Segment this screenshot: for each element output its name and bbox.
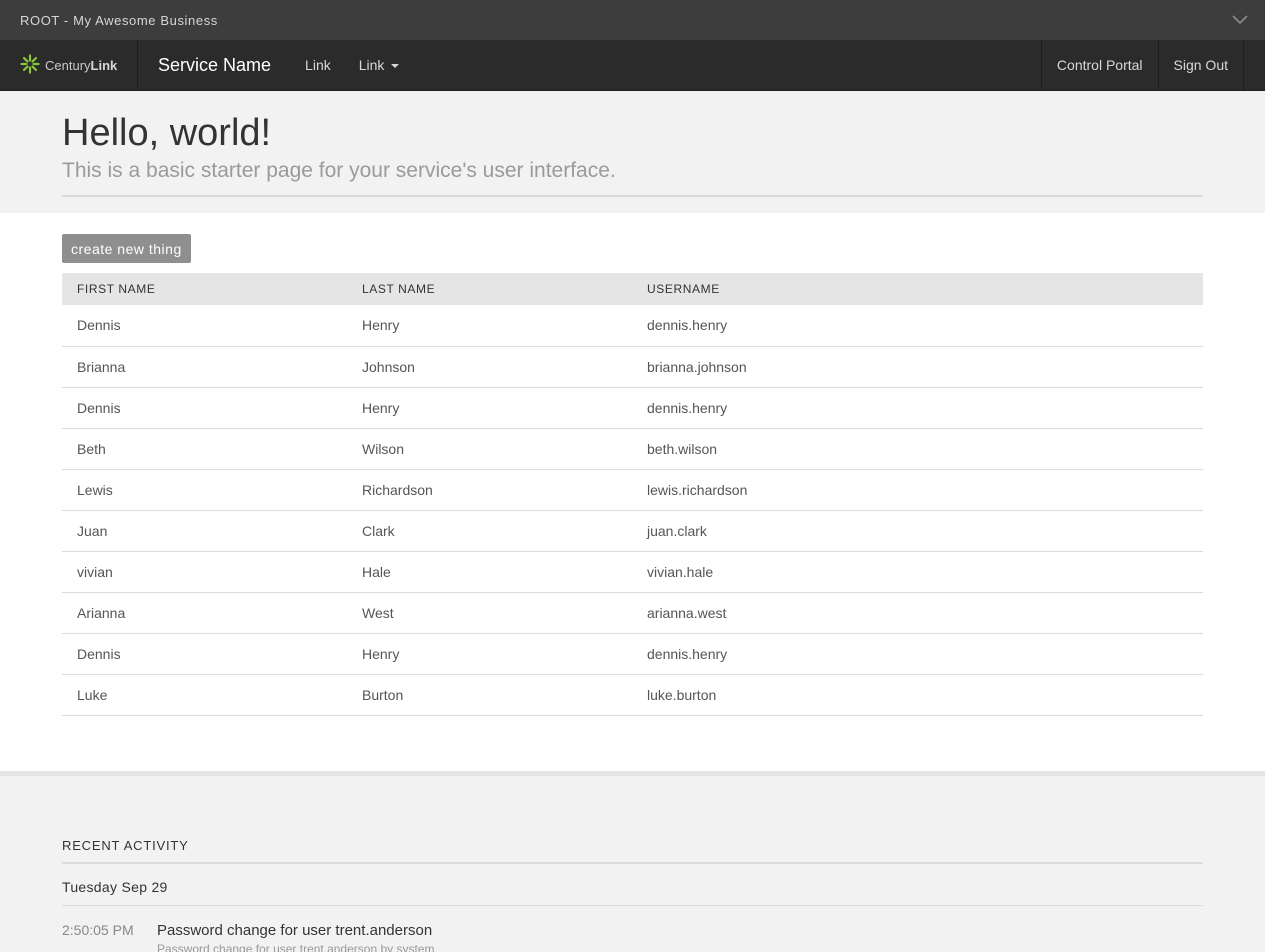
page-header-inner: Hello, world! This is a basic starter pa… [62, 111, 1203, 197]
activity-event[interactable]: 2:50:05 PM Password change for user tren… [62, 906, 1203, 952]
table-header-row: FIRST NAME LAST NAME USERNAME [62, 273, 1203, 305]
cell-first-name: Brianna [62, 346, 347, 388]
cell-first-name: Dennis [62, 633, 347, 675]
brand-logo[interactable]: CenturyLink [0, 40, 138, 90]
cell-first-name: Lewis [62, 469, 347, 511]
table-row[interactable]: Dennis Henry dennis.henry [62, 305, 1203, 347]
table-row[interactable]: Brianna Johnson brianna.johnson [62, 346, 1203, 388]
brand-name: CenturyLink [45, 58, 117, 73]
cell-username: lewis.richardson [632, 469, 1203, 511]
cell-last-name: Richardson [347, 469, 632, 511]
brand-name-light: Century [45, 57, 91, 73]
main-content: create new thing FIRST NAME LAST NAME US… [0, 213, 1265, 776]
cell-username: beth.wilson [632, 428, 1203, 470]
navbar: CenturyLink Service Name Link Link Contr… [0, 40, 1265, 91]
column-header-username[interactable]: USERNAME [632, 273, 1203, 305]
cell-username: dennis.henry [632, 305, 1203, 347]
account-title[interactable]: ROOT - My Awesome Business [20, 13, 218, 28]
cell-first-name: Juan [62, 510, 347, 552]
nav-link-1[interactable]: Link [291, 40, 345, 90]
cell-first-name: Dennis [62, 305, 347, 347]
chevron-down-icon[interactable] [1231, 11, 1249, 29]
sign-out-label: Sign Out [1173, 57, 1228, 73]
table-row[interactable]: Luke Burton luke.burton [62, 674, 1203, 716]
cell-last-name: Clark [347, 510, 632, 552]
recent-activity-heading: RECENT ACTIVITY [62, 838, 1203, 864]
nav-link-dropdown[interactable]: Link [345, 40, 414, 90]
control-portal-link[interactable]: Control Portal [1040, 40, 1158, 90]
nav-link-label: Link [305, 57, 331, 73]
account-bar: ROOT - My Awesome Business [0, 0, 1265, 40]
cell-last-name: Henry [347, 633, 632, 675]
column-header-last-name[interactable]: LAST NAME [347, 273, 632, 305]
table-row[interactable]: Juan Clark juan.clark [62, 510, 1203, 552]
cell-first-name: Arianna [62, 592, 347, 634]
cell-username: dennis.henry [632, 633, 1203, 675]
cell-last-name: Wilson [347, 428, 632, 470]
activity-title: Password change for user trent.anderson [157, 922, 433, 939]
activity-body: Password change for user trent.anderson … [157, 922, 434, 952]
activity-detail: Password change for user trent.anderson … [157, 942, 435, 952]
brand-name-bold: Link [90, 57, 118, 73]
create-new-thing-button[interactable]: create new thing [62, 234, 191, 263]
nav-link-label: Link [358, 57, 385, 73]
cell-last-name: Johnson [347, 346, 632, 388]
cell-last-name: Henry [347, 305, 632, 347]
cell-username: juan.clark [632, 510, 1203, 552]
table-row[interactable]: Lewis Richardson lewis.richardson [62, 469, 1203, 511]
cell-username: arianna.west [632, 592, 1203, 634]
users-table: FIRST NAME LAST NAME USERNAME Dennis Hen… [62, 273, 1203, 716]
cell-last-name: Hale [347, 551, 632, 593]
cell-first-name: vivian [62, 551, 347, 593]
cell-username: brianna.johnson [632, 346, 1203, 388]
caret-down-icon [391, 64, 400, 68]
activity-time: 2:50:05 PM [62, 922, 134, 938]
nav-right: Control Portal Sign Out [1040, 40, 1244, 90]
table-row[interactable]: Dennis Henry dennis.henry [62, 387, 1203, 429]
table-row[interactable]: Dennis Henry dennis.henry [62, 633, 1203, 675]
cell-first-name: Dennis [62, 387, 347, 429]
activity-day: Tuesday Sep 29 [62, 864, 1203, 906]
centurylink-logo-icon [20, 53, 40, 77]
table-row[interactable]: vivian Hale vivian.hale [62, 551, 1203, 593]
column-header-first-name[interactable]: FIRST NAME [62, 273, 347, 305]
sign-out-link[interactable]: Sign Out [1157, 40, 1244, 90]
cell-username: luke.burton [632, 674, 1203, 716]
recent-activity-section: RECENT ACTIVITY Tuesday Sep 29 2:50:05 P… [0, 776, 1265, 952]
page-header: Hello, world! This is a basic starter pa… [0, 91, 1265, 213]
page-title: Hello, world! [62, 112, 272, 154]
table-row[interactable]: Beth Wilson beth.wilson [62, 428, 1203, 470]
cell-first-name: Luke [62, 674, 347, 716]
cell-username: vivian.hale [632, 551, 1203, 593]
cell-last-name: Henry [347, 387, 632, 429]
page-subtitle: This is a basic starter page for your se… [62, 159, 616, 182]
control-portal-label: Control Portal [1056, 57, 1143, 73]
cell-username: dennis.henry [632, 387, 1203, 429]
service-name[interactable]: Service Name [138, 40, 291, 90]
table-row[interactable]: Arianna West arianna.west [62, 592, 1203, 634]
cell-last-name: Burton [347, 674, 632, 716]
cell-last-name: West [347, 592, 632, 634]
cell-first-name: Beth [62, 428, 347, 470]
